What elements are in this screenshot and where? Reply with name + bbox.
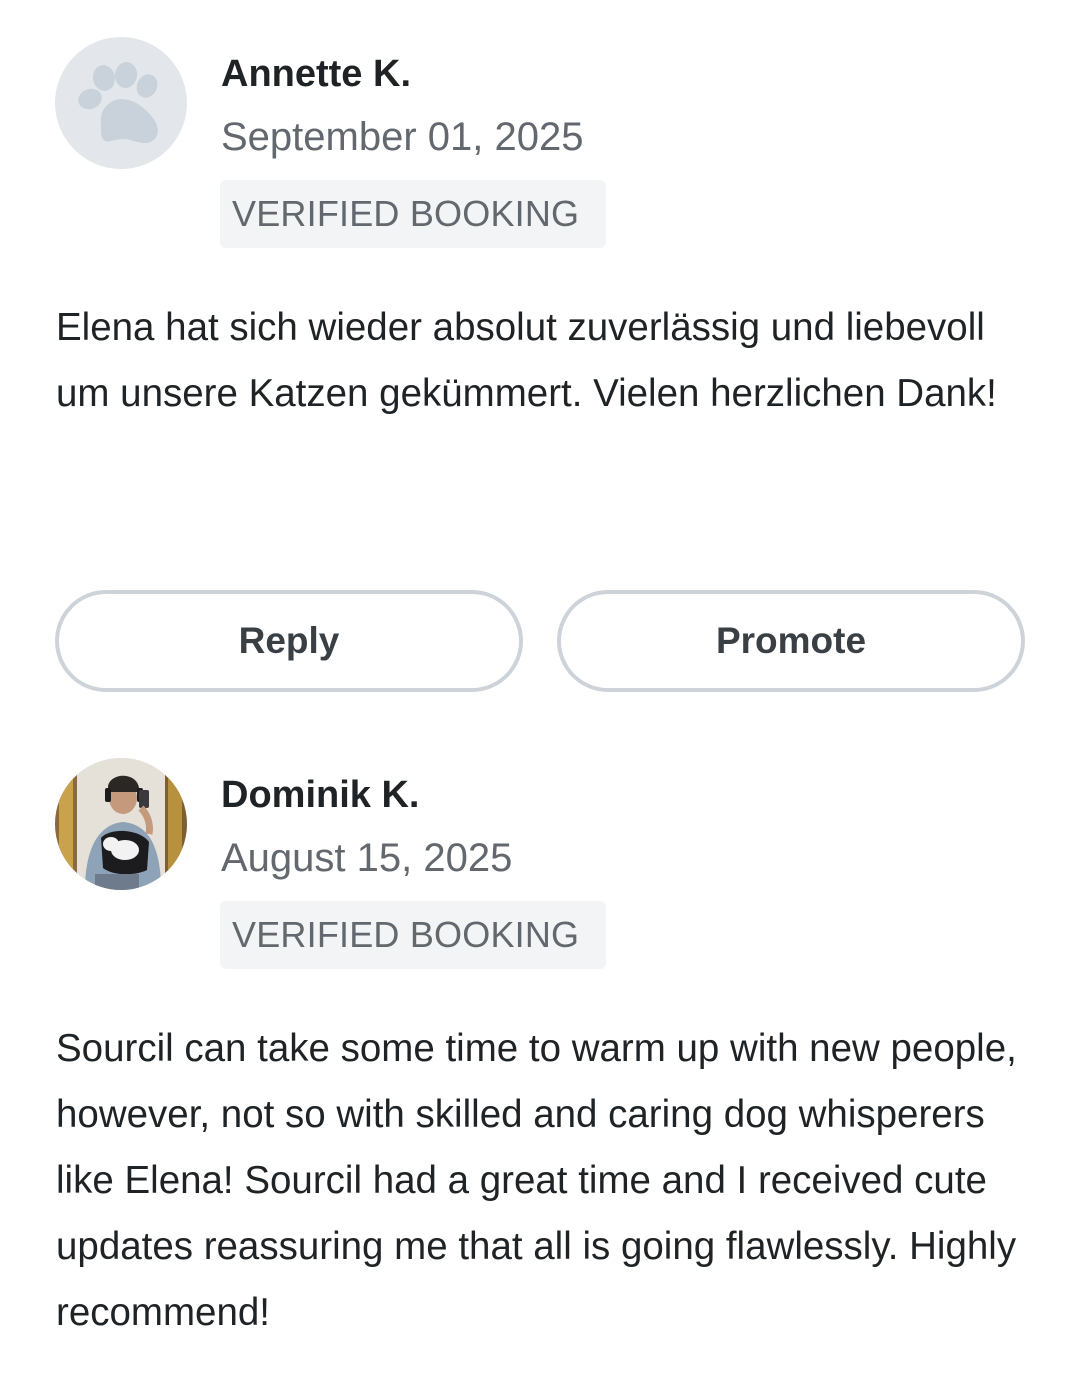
verified-booking-badge: VERIFIED BOOKING: [220, 901, 606, 969]
review-card-annette: Annette K. September 01, 2025 VERIFIED B…: [0, 0, 1080, 560]
reviewer-name: Dominik K.: [221, 774, 420, 816]
reviewer-avatar-photo: [55, 758, 187, 890]
review-date: August 15, 2025: [221, 836, 513, 880]
user-photo: [55, 758, 187, 890]
review-card-dominik: Dominik K. August 15, 2025 VERIFIED BOOK…: [0, 700, 1080, 1388]
reply-button[interactable]: Reply: [55, 590, 523, 692]
promote-button[interactable]: Promote: [557, 590, 1025, 692]
review-date: September 01, 2025: [221, 115, 584, 159]
paw-icon: [78, 62, 158, 143]
verified-booking-badge: VERIFIED BOOKING: [220, 180, 606, 248]
reviewer-avatar-placeholder: [55, 37, 187, 169]
review-text: Sourcil can take some time to warm up wi…: [56, 1027, 1017, 1334]
review-text: Elena hat sich wieder absolut zuverlässi…: [56, 306, 997, 415]
review-actions: Reply Promote: [55, 590, 1025, 692]
reviewer-name: Annette K.: [221, 53, 411, 95]
